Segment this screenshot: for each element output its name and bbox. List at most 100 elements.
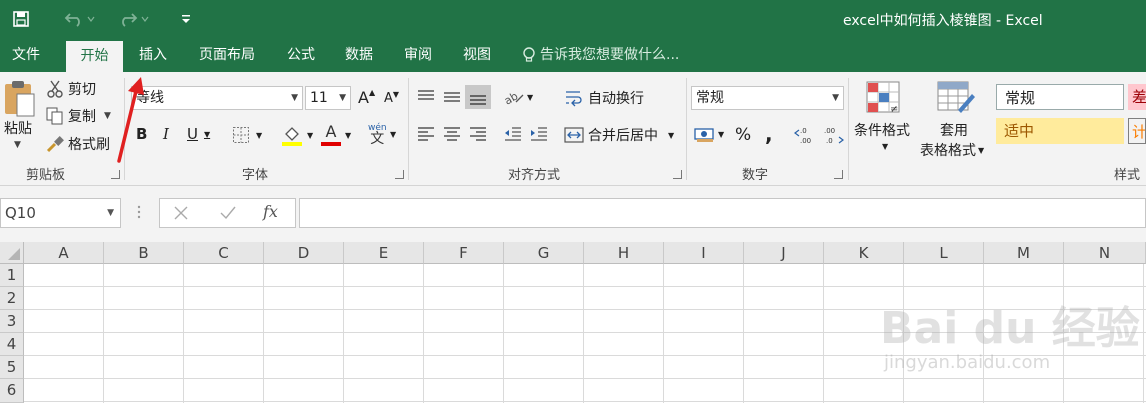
tab-page-layout[interactable]: 页面布局 [188,38,266,72]
cut-button[interactable]: 剪切 [46,79,96,99]
chevron-down-icon[interactable]: ▼ [882,142,888,151]
style-calculation[interactable]: 计 [1128,118,1146,144]
align-center-icon[interactable] [442,125,462,143]
formula-bar-grip-icon[interactable] [137,204,141,220]
tab-review[interactable]: 审阅 [393,38,443,72]
font-color-button[interactable]: A ▼ [321,124,351,146]
column-header-a[interactable]: A [24,242,104,264]
align-top-icon[interactable] [416,88,436,106]
format-painter-button[interactable]: 格式刷 [46,134,110,154]
orientation-button[interactable]: ab ▼ [503,88,533,106]
paste-button[interactable] [2,80,36,118]
column-header-n[interactable]: N [1064,242,1146,264]
column-header-e[interactable]: E [344,242,424,264]
font-name-select[interactable]: 等线 ▼ [131,86,303,110]
number-launcher-icon[interactable] [834,170,843,179]
ribbon: 粘贴 ▼ 剪切 复制 ▼ 格式刷 剪贴板 等线 ▼ 11 ▼ A ▲ A ▼ B I U… [0,72,1146,186]
chevron-down-icon: ▼ [291,93,298,103]
wrap-text-button[interactable]: 自动换行 [564,88,644,108]
number-format-value: 常规 [696,90,724,106]
tab-data[interactable]: 数据 [334,38,384,72]
decrease-indent-icon[interactable] [503,125,523,143]
decrease-decimal-icon[interactable]: .00.0 [822,125,844,145]
column-header-g[interactable]: G [504,242,584,264]
paste-label[interactable]: 粘贴 [4,118,32,138]
underline-icon: U [187,125,198,143]
style-bad[interactable]: 差 [1128,84,1146,110]
column-header-k[interactable]: K [824,242,904,264]
phonetic-button[interactable]: wén 文 [368,123,387,146]
italic-button[interactable]: I [163,125,169,143]
column-header-f[interactable]: F [424,242,504,264]
underline-button[interactable]: U ▼ [187,125,210,143]
redo-icon[interactable] [118,8,150,30]
align-bottom-icon[interactable] [465,85,491,109]
row-header-5[interactable]: 5 [0,356,24,379]
merge-center-icon [564,126,584,144]
divider [848,78,849,180]
insert-function-button[interactable]: fx [263,202,278,221]
fill-color-button[interactable]: ▼ [281,124,313,146]
column-header-m[interactable]: M [984,242,1064,264]
column-header-d[interactable]: D [264,242,344,264]
column-header-h[interactable]: H [584,242,664,264]
style-normal[interactable]: 常规 [996,84,1124,110]
increase-indent-icon[interactable] [529,125,549,143]
chevron-down-icon[interactable]: ▼ [390,130,396,139]
row-header-3[interactable]: 3 [0,310,24,333]
percent-button[interactable]: % [735,125,751,145]
select-all-corner[interactable] [0,242,24,264]
customize-toolbar-icon[interactable] [181,8,191,30]
tell-me-box[interactable]: 告诉我您想要做什么... [522,38,679,72]
styles-group-label: 样式 [1114,168,1141,183]
column-header-b[interactable]: B [104,242,184,264]
accounting-format-button[interactable]: ▼ [694,125,724,143]
style-neutral[interactable]: 适中 [996,118,1124,144]
cancel-icon[interactable] [173,205,189,221]
increase-decimal-icon[interactable]: .0.00 [794,125,816,145]
annotation-arrow-icon [117,77,144,163]
copy-button[interactable]: 复制 ▼ [46,106,111,126]
paste-dropdown-icon[interactable]: ▼ [14,140,21,150]
grow-font-button[interactable]: A ▲ [358,88,375,107]
number-format-select[interactable]: 常规 ▼ [691,86,844,110]
tab-view[interactable]: 视图 [452,38,502,72]
save-icon[interactable] [12,8,30,30]
tab-home[interactable]: 开始 [66,41,123,72]
format-as-table-label-1[interactable]: 套用 [940,120,968,140]
scissors-icon [46,80,64,98]
conditional-format-icon[interactable]: ≠ [865,80,903,116]
align-right-icon[interactable] [468,125,488,143]
borders-button[interactable]: ▼ [232,126,262,144]
undo-icon[interactable] [64,8,96,30]
tab-file[interactable]: 文件 [0,38,52,72]
shrink-font-button[interactable]: A ▼ [384,90,399,107]
cell-area[interactable] [24,264,1146,403]
name-box[interactable]: Q10 ▼ [0,198,121,228]
row-header-4[interactable]: 4 [0,333,24,356]
conditional-format-label[interactable]: 条件格式 [854,120,910,140]
tab-insert[interactable]: 插入 [128,38,178,72]
enter-icon[interactable] [219,205,237,221]
font-size-select[interactable]: 11 ▼ [305,86,351,110]
clipboard-launcher-icon[interactable] [111,170,120,179]
merge-center-button[interactable]: 合并后居中 ▼ [564,125,674,145]
tab-formulas[interactable]: 公式 [276,38,326,72]
grow-font-icon: A [358,88,369,107]
format-as-table-button[interactable]: 表格格式 ▼ [920,140,984,160]
align-middle-icon[interactable] [442,88,462,106]
column-header-j[interactable]: J [744,242,824,264]
column-header-l[interactable]: L [904,242,984,264]
column-header-c[interactable]: C [184,242,264,264]
comma-style-button[interactable]: , [765,122,773,146]
row-header-6[interactable]: 6 [0,379,24,403]
align-left-icon[interactable] [416,125,436,143]
row-header-2[interactable]: 2 [0,287,24,310]
column-header-i[interactable]: I [664,242,744,264]
chevron-down-icon: ▼ [307,130,314,140]
row-header-1[interactable]: 1 [0,264,24,287]
font-launcher-icon[interactable] [395,170,404,179]
format-as-table-icon[interactable] [936,80,976,116]
formula-input[interactable] [299,198,1146,228]
alignment-launcher-icon[interactable] [673,170,682,179]
